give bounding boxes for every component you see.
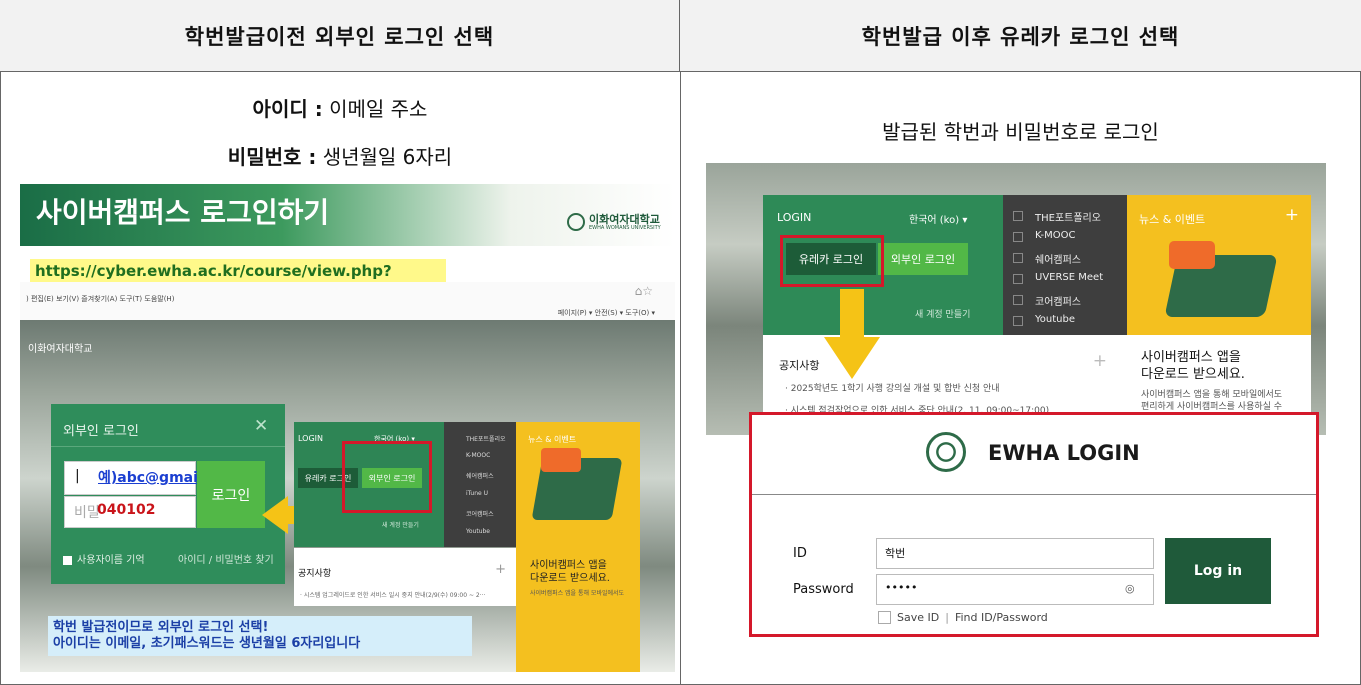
eye-icon[interactable]: ◎ (1125, 582, 1135, 595)
right-caption: 발급된 학번과 비밀번호로 로그인 (882, 120, 1159, 144)
mini-quick-menu: THE포트폴리오 K-MOOC 쉐어캠퍼스 iTune U 코어캠퍼스 Yout… (444, 422, 516, 547)
right-header: 학번발급 이후 유레카 로그인 선택 (680, 0, 1361, 72)
log-in-button[interactable]: Log in (1165, 538, 1271, 604)
site-logo[interactable]: 이화여자대학교 (28, 340, 92, 355)
mini-notice-panel: 공지사항 + · 시스템 업그레이드로 인한 서비스 일시 중지 안내(2/9(… (294, 548, 516, 606)
ewha-seal-icon (926, 432, 966, 472)
checkbox-icon[interactable] (63, 555, 72, 565)
save-id-checkbox[interactable] (878, 611, 891, 624)
guest-login-button-right[interactable]: 외부인 로그인 (878, 243, 968, 275)
home-star-icon[interactable]: ⌂☆ (635, 284, 653, 298)
banner-title: 사이버캠퍼스 로그인하기 (36, 196, 330, 229)
ewha-logo: 이화여자대학교 EWHA WOMANS UNIVERSITY (567, 213, 661, 231)
password-example: 040102 (97, 502, 156, 518)
browser-commands[interactable]: 페이지(P) ▾ 안전(S) ▾ 도구(O) ▾ (558, 308, 655, 318)
id-input[interactable]: 학번 (876, 538, 1154, 569)
left-header: 학번발급이전 외부인 로그인 선택 (0, 0, 680, 72)
portfolio-icon (1013, 211, 1023, 221)
password-placeholder: 비밀 (74, 505, 100, 521)
cyber-campus-url[interactable]: https://cyber.ewha.ac.kr/course/view.php… (30, 259, 446, 298)
browser-menu[interactable]: ) 편집(E) 보기(V) 즐겨찾기(A) 도구(T) 도움말(H) (26, 294, 174, 304)
guest-login-button[interactable]: 로그인 (197, 461, 265, 528)
plus-icon[interactable]: + (1093, 351, 1107, 371)
mini-app-desc: 사이버캠퍼스 앱을 통해 모바일에서도 (530, 590, 625, 597)
close-icon[interactable]: ✕ (254, 416, 268, 436)
ewha-login-title: EWHA LOGIN (988, 441, 1140, 465)
down-arrow-icon (824, 289, 880, 379)
chat-bubble-icon (541, 448, 581, 472)
dialog-divider (51, 446, 285, 447)
news-panel: 뉴스 & 이벤트 + (1127, 195, 1311, 335)
mini-new-account[interactable]: 새 계정 만들기 (382, 520, 419, 529)
mini-app-text: 사이버캠퍼스 앱을 다운로드 받으세요. (530, 560, 610, 584)
plus-icon[interactable]: + (495, 562, 506, 577)
guest-login-title: 외부인 로그인 (63, 424, 139, 439)
find-id-password-link[interactable]: Find ID/Password (955, 611, 1048, 624)
new-account-link[interactable]: 새 계정 만들기 (915, 307, 970, 320)
language-select[interactable]: 한국어 (ko) ▾ (909, 211, 967, 226)
globe-icon (1013, 295, 1023, 305)
kmooc-icon (1013, 232, 1023, 242)
quick-menu: THE포트폴리오 K-MOOC 쉐어캠퍼스 UVERSE Meet 코어캠퍼스 … (1003, 195, 1127, 335)
password-label: Password (793, 582, 854, 597)
remember-username[interactable]: 사용자이름 기억 (63, 551, 145, 566)
password-input[interactable]: ••••• (876, 574, 1154, 605)
column-divider (680, 72, 681, 685)
share-icon (1013, 253, 1023, 263)
mini-news-panel: 뉴스 & 이벤트 (516, 422, 640, 672)
guest-login-highlight (342, 441, 432, 513)
browser-toolbar: ⌂☆ ) 편집(E) 보기(V) 즐겨찾기(A) 도구(T) 도움말(H) 페이… (20, 282, 675, 320)
ewha-seal-icon (567, 213, 585, 231)
eureka-login-highlight (780, 235, 884, 287)
youtube-icon (1013, 316, 1023, 326)
plus-icon[interactable]: + (1285, 205, 1299, 225)
pw-instruction: 비밀번호 : 생년월일 6자리 (227, 145, 453, 169)
uverse-icon (1013, 274, 1023, 284)
id-label: ID (793, 546, 807, 561)
guest-login-note: 학번 발급전이므로 외부인 로그인 선택! 아이디는 이메일, 초기패스워드는 … (48, 616, 472, 656)
save-id-row: Save ID | Find ID/Password (878, 611, 1048, 624)
id-instruction: 아이디 : 이메일 주소 (252, 97, 428, 121)
find-id-password-link[interactable]: 아이디 / 비밀번호 찾기 (178, 551, 274, 566)
chat-bubble-icon (1169, 241, 1215, 269)
